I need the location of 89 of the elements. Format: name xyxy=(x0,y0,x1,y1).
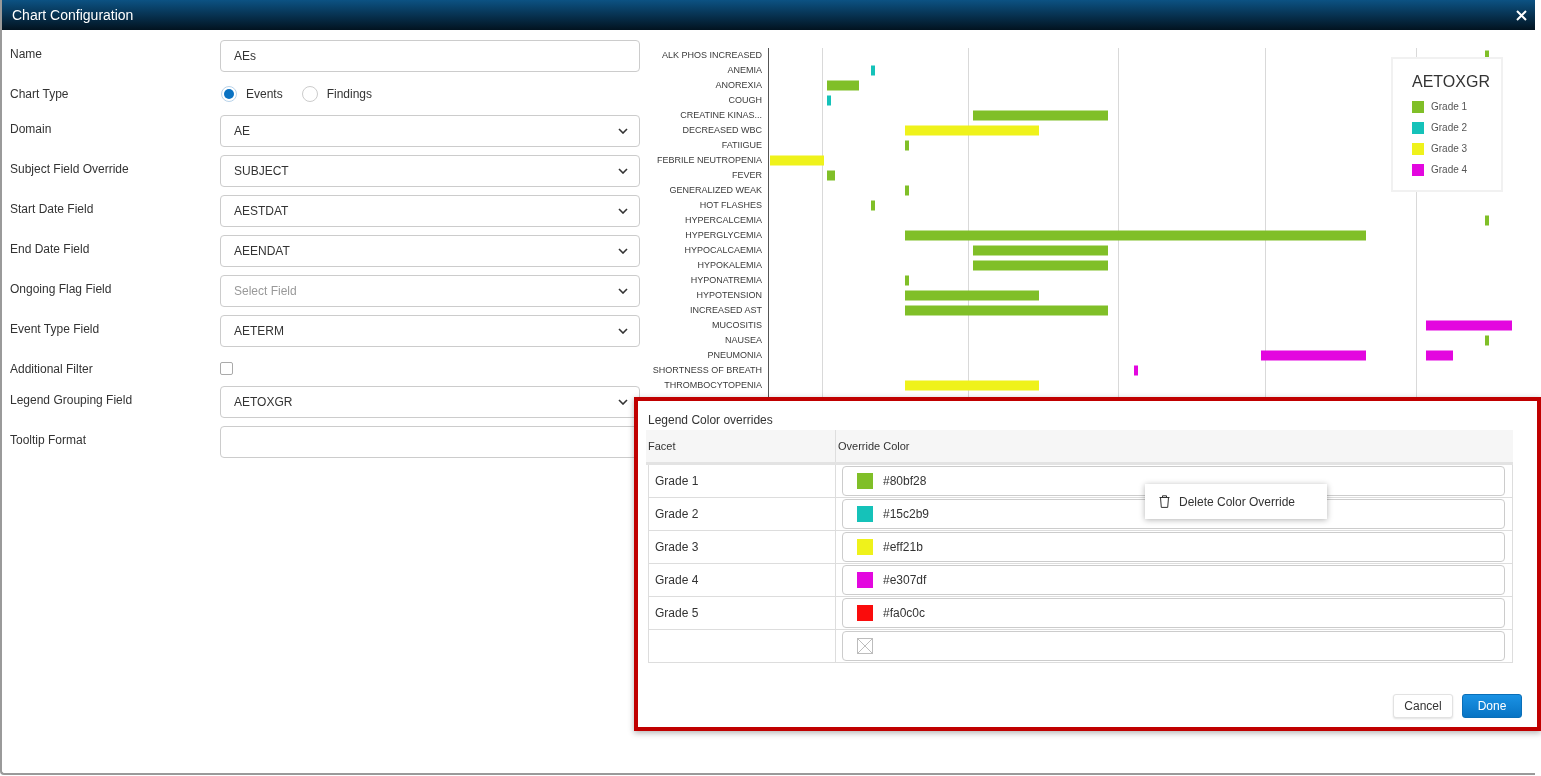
color-field[interactable]: #e307df xyxy=(842,565,1505,595)
axis-label: HYPOTENSION xyxy=(696,289,762,302)
color-field[interactable]: #eff21b xyxy=(842,532,1505,562)
legend-label: Grade 2 xyxy=(1431,122,1468,133)
radio-button[interactable] xyxy=(221,85,237,102)
chevron-down-icon xyxy=(618,248,628,254)
field-label: Additional Filter xyxy=(10,362,93,376)
radio-button[interactable] xyxy=(301,85,318,102)
chevron-down-icon xyxy=(618,328,628,334)
table-cell: Grade 1 xyxy=(655,474,699,488)
checkbox[interactable] xyxy=(220,362,233,375)
field-label: Legend Grouping Field xyxy=(10,393,133,407)
radio-label[interactable]: Findings xyxy=(326,86,373,101)
bar xyxy=(1485,215,1489,226)
legend-label: Grade 3 xyxy=(1431,143,1468,154)
radio-label[interactable]: Events xyxy=(246,86,283,101)
dropdown[interactable]: AEENDAT xyxy=(220,235,640,267)
bar xyxy=(1485,335,1489,346)
axis-label: CREATINE KINAS... xyxy=(680,109,762,122)
close-icon[interactable] xyxy=(1516,9,1527,21)
chevron-down-icon xyxy=(618,399,628,405)
bar xyxy=(1426,350,1453,361)
panel-title: Legend Color overrides xyxy=(648,413,773,427)
axis-label: HOT FLASHES xyxy=(699,199,762,212)
color-field[interactable] xyxy=(842,631,1505,661)
dropdown[interactable]: AESTDAT xyxy=(220,195,640,227)
no-color-icon xyxy=(857,638,873,654)
axis-label: NAUSEA xyxy=(725,334,762,347)
field-label: Event Type Field xyxy=(10,322,100,336)
field-label: Start Date Field xyxy=(10,202,94,216)
column-header: Override Color xyxy=(838,440,910,452)
table-cell: Grade 3 xyxy=(655,540,699,554)
axis-label: MUCOSITIS xyxy=(712,319,762,332)
field-label: End Date Field xyxy=(10,242,90,256)
cancel-button[interactable]: Cancel xyxy=(1393,694,1453,718)
axis-label: ANOREXIA xyxy=(715,79,762,92)
axis-label: GENERALIZED WEAK xyxy=(669,184,762,197)
axis-label: FATIIGUE xyxy=(721,139,762,152)
bar xyxy=(905,140,909,151)
axis-label: DECREASED WBC xyxy=(682,124,762,137)
bar xyxy=(827,95,831,106)
axis-label: SHORTNESS OF BREATH xyxy=(652,364,762,377)
chevron-down-icon xyxy=(618,168,628,174)
dropdown[interactable]: SUBJECT xyxy=(220,155,640,187)
axis-label: COUGH xyxy=(728,94,762,107)
field-label: Name xyxy=(10,47,42,61)
axis-label: ANEMIA xyxy=(727,64,762,77)
bar xyxy=(827,170,835,181)
field-label: Chart Type xyxy=(10,87,69,101)
bar xyxy=(827,80,859,91)
axis-label: THROMBOCYTOPENIA xyxy=(664,379,762,392)
axis-label: HYPONATREMIA xyxy=(690,274,762,287)
field-label: Subject Field Override xyxy=(10,162,129,176)
column-header: Facet xyxy=(648,440,676,452)
table-cell: Grade 5 xyxy=(655,606,699,620)
legend-label: Grade 1 xyxy=(1431,101,1468,112)
legend-label: Grade 4 xyxy=(1431,164,1468,175)
field-label: Domain xyxy=(10,122,52,136)
axis-label: INCREASED AST xyxy=(689,304,762,317)
bar xyxy=(905,185,909,196)
axis-label: HYPERCALCEMIA xyxy=(684,214,762,227)
bar xyxy=(905,275,909,286)
axis-label: HYPOCALCAEMIA xyxy=(684,244,762,257)
table-cell: Grade 2 xyxy=(655,507,699,521)
bar xyxy=(1134,365,1138,376)
bar xyxy=(871,65,875,76)
field-label: Ongoing Flag Field xyxy=(10,282,112,296)
axis-label: FEVER xyxy=(732,169,762,182)
chevron-down-icon xyxy=(618,208,628,214)
axis-label: HYPOKALEMIA xyxy=(697,259,762,272)
window-title: Chart Configuration xyxy=(12,7,134,23)
chevron-down-icon xyxy=(618,288,628,294)
input-field[interactable]: AEs xyxy=(220,40,640,72)
trash-icon xyxy=(1159,495,1170,508)
legend-title: AETOXGR xyxy=(1412,72,1490,92)
bar xyxy=(770,155,824,166)
chevron-down-icon xyxy=(618,128,628,134)
field-label: Tooltip Format xyxy=(10,433,87,447)
done-button[interactable]: Done xyxy=(1462,694,1522,718)
dropdown[interactable]: AETERM xyxy=(220,315,640,347)
color-field[interactable]: #fa0c0c xyxy=(842,598,1505,628)
table-cell: Grade 4 xyxy=(655,573,699,587)
bar xyxy=(871,200,875,211)
axis-label: ALK PHOS INCREASED xyxy=(661,49,762,62)
axis-label: FEBRILE NEUTROPENIA xyxy=(656,154,762,167)
axis-label: HYPERGLYCEMIA xyxy=(685,229,762,242)
dropdown[interactable]: AE xyxy=(220,115,640,147)
dropdown[interactable]: AETOXGR xyxy=(220,386,640,418)
axis-label: PNEUMONIA xyxy=(707,349,762,362)
